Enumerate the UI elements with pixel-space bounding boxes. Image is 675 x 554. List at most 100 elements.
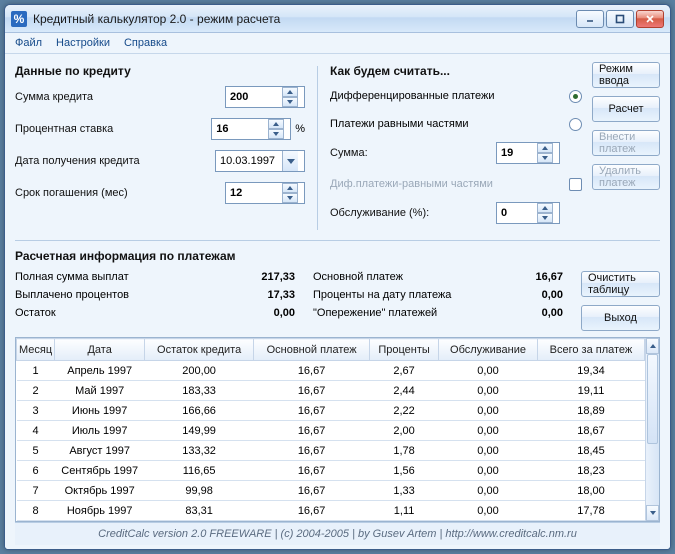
amount-spinner[interactable] <box>225 86 305 108</box>
rate-spinner[interactable] <box>211 118 291 140</box>
cell: 0,00 <box>439 501 538 521</box>
cell: 16,67 <box>254 461 370 481</box>
table-row[interactable]: 1Апрель 1997200,0016,672,670,0019,34 <box>17 361 645 381</box>
credit-data-heading: Данные по кредиту <box>15 64 305 78</box>
down-arrow-icon[interactable] <box>268 129 284 139</box>
remainder-value: 0,00 <box>235 307 295 319</box>
cell: 116,65 <box>145 461 254 481</box>
up-arrow-icon[interactable] <box>537 143 553 153</box>
exit-button[interactable]: Выход <box>581 305 660 331</box>
dropdown-arrow-icon[interactable] <box>282 151 298 171</box>
cell: 1 <box>17 361 55 381</box>
cell: Август 1997 <box>55 441 145 461</box>
advance-value: 0,00 <box>503 307 563 319</box>
down-arrow-icon[interactable] <box>537 213 553 223</box>
diffeq-label: Диф.платежи-равными частями <box>330 178 569 190</box>
cell: 0,00 <box>439 401 538 421</box>
table-row[interactable]: 2Май 1997183,3316,672,440,0019,11 <box>17 381 645 401</box>
menu-file[interactable]: Файл <box>15 37 42 49</box>
diffeq-checkbox[interactable] <box>569 178 582 191</box>
app-icon: % <box>11 11 27 27</box>
cell: 16,67 <box>254 501 370 521</box>
calc-button[interactable]: Расчет <box>592 96 660 122</box>
cell: 183,33 <box>145 381 254 401</box>
col-month[interactable]: Месяц <box>17 339 55 361</box>
col-interest[interactable]: Проценты <box>370 339 439 361</box>
cell: 18,89 <box>537 401 644 421</box>
payments-grid: Месяц Дата Остаток кредита Основной плат… <box>15 337 660 522</box>
menu-settings[interactable]: Настройки <box>56 37 110 49</box>
cell: 0,00 <box>439 361 538 381</box>
table-row[interactable]: 3Июнь 1997166,6616,672,220,0018,89 <box>17 401 645 421</box>
titlebar[interactable]: % Кредитный калькулятор 2.0 - режим расч… <box>5 5 670 33</box>
term-spinner[interactable] <box>225 182 305 204</box>
table-row[interactable]: 6Сентябрь 1997116,6516,671,560,0018,23 <box>17 461 645 481</box>
table-row[interactable]: 5Август 1997133,3216,671,780,0018,45 <box>17 441 645 461</box>
status-bar: CreditCalc version 2.0 FREEWARE | (c) 20… <box>15 522 660 545</box>
cell: 19,11 <box>537 381 644 401</box>
date-interest-value: 0,00 <box>503 289 563 301</box>
table-row[interactable]: 4Июль 1997149,9916,672,000,0018,67 <box>17 421 645 441</box>
service-spinner[interactable] <box>496 202 560 224</box>
col-total[interactable]: Всего за платеж <box>537 339 644 361</box>
service-input[interactable] <box>497 203 537 223</box>
grid-scrollbar[interactable] <box>645 338 659 521</box>
service-label: Обслуживание (%): <box>330 207 496 219</box>
col-date[interactable]: Дата <box>55 339 145 361</box>
cell: 4 <box>17 421 55 441</box>
up-arrow-icon[interactable] <box>282 87 298 97</box>
cell: 2,67 <box>370 361 439 381</box>
menu-help[interactable]: Справка <box>124 37 167 49</box>
cell: 149,99 <box>145 421 254 441</box>
col-principal[interactable]: Основной платеж <box>254 339 370 361</box>
cell: 0,00 <box>439 381 538 401</box>
cell: 5 <box>17 441 55 461</box>
diff-payments-radio[interactable] <box>569 90 582 103</box>
up-arrow-icon[interactable] <box>268 119 284 129</box>
table-row[interactable]: 8Ноябрь 199783,3116,671,110,0017,78 <box>17 501 645 521</box>
down-arrow-icon[interactable] <box>282 97 298 107</box>
down-arrow-icon[interactable] <box>282 193 298 203</box>
scroll-thumb[interactable] <box>647 354 658 444</box>
cell: 18,23 <box>537 461 644 481</box>
rate-input[interactable] <box>212 119 268 139</box>
del-payment-button[interactable]: Удалить платеж <box>592 164 660 190</box>
minimize-button[interactable] <box>576 10 604 28</box>
term-input[interactable] <box>226 183 282 203</box>
cell: 16,67 <box>254 441 370 461</box>
principal-label: Основной платеж <box>313 271 503 283</box>
cell: 2,44 <box>370 381 439 401</box>
cell: 18,00 <box>537 481 644 501</box>
add-payment-button[interactable]: Внести платеж <box>592 130 660 156</box>
clear-table-button[interactable]: Очистить таблицу <box>581 271 660 297</box>
scroll-down-icon[interactable] <box>646 505 659 521</box>
cell: 7 <box>17 481 55 501</box>
date-input[interactable] <box>216 151 282 171</box>
equal-payments-label: Платежи равными частями <box>330 118 569 130</box>
cell: 18,45 <box>537 441 644 461</box>
cell: 1,78 <box>370 441 439 461</box>
down-arrow-icon[interactable] <box>537 153 553 163</box>
equal-payments-radio[interactable] <box>569 118 582 131</box>
remainder-label: Остаток <box>15 307 235 319</box>
col-balance[interactable]: Остаток кредита <box>145 339 254 361</box>
sum-input[interactable] <box>497 143 537 163</box>
advance-label: "Опережение" платежей <box>313 307 503 319</box>
up-arrow-icon[interactable] <box>537 203 553 213</box>
sum-spinner[interactable] <box>496 142 560 164</box>
cell: 8 <box>17 501 55 521</box>
cell: 83,31 <box>145 501 254 521</box>
scroll-up-icon[interactable] <box>646 338 659 354</box>
up-arrow-icon[interactable] <box>282 183 298 193</box>
close-button[interactable] <box>636 10 664 28</box>
amount-label: Сумма кредита <box>15 91 225 103</box>
mode-button[interactable]: Режим ввода <box>592 62 660 88</box>
date-combo[interactable] <box>215 150 305 172</box>
amount-input[interactable] <box>226 87 282 107</box>
cell: 2 <box>17 381 55 401</box>
col-service[interactable]: Обслуживание <box>439 339 538 361</box>
cell: 16,67 <box>254 361 370 381</box>
table-row[interactable]: 7Октябрь 199799,9816,671,330,0018,00 <box>17 481 645 501</box>
maximize-button[interactable] <box>606 10 634 28</box>
date-interest-label: Проценты на дату платежа <box>313 289 503 301</box>
